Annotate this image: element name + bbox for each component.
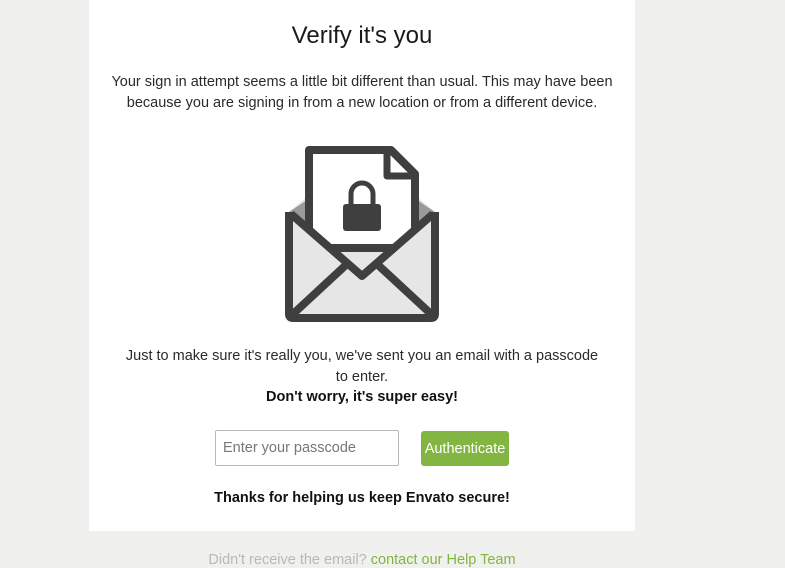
intro-text: Your sign in attempt seems a little bit … bbox=[111, 74, 613, 111]
reassurance-text: Don't worry, it's super easy! bbox=[266, 389, 458, 405]
contact-help-team-link[interactable]: contact our Help Team bbox=[371, 552, 516, 568]
envelope-lock-icon bbox=[285, 146, 439, 322]
thanks-text: Thanks for helping us keep Envato secure… bbox=[214, 490, 510, 506]
authenticate-button[interactable]: Authenticate bbox=[421, 431, 509, 466]
page-title: Verify it's you bbox=[291, 22, 433, 49]
email-sent-message: Just to make sure it's really you, we've… bbox=[125, 348, 599, 385]
help-footer: Didn't receive the email? contact our He… bbox=[89, 552, 635, 568]
verification-card: Verify it's you Your sign in attempt see… bbox=[89, 0, 635, 531]
footer-prompt: Didn't receive the email? bbox=[208, 552, 367, 568]
passcode-input[interactable] bbox=[215, 430, 399, 466]
